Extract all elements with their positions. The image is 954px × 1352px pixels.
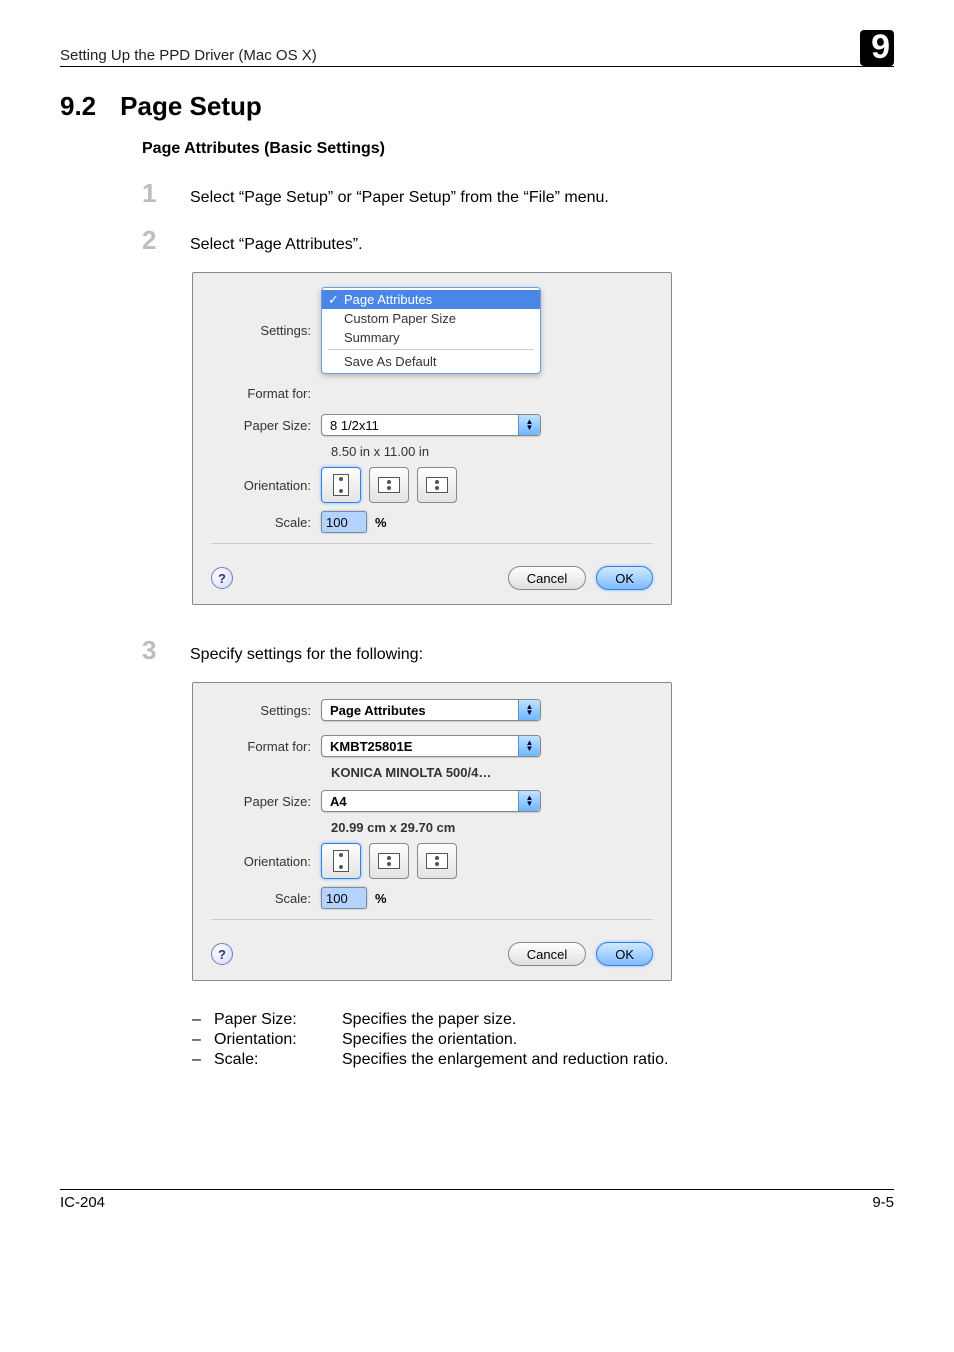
cancel-button[interactable]: Cancel (508, 566, 586, 590)
step-number: 2 (142, 225, 166, 256)
subsection-title: Page Attributes (Basic Settings) (142, 140, 894, 158)
orientation-landscape-button[interactable] (369, 843, 409, 879)
paper-size-value: A4 (330, 794, 347, 809)
chapter-badge: 9 (854, 30, 894, 70)
paper-dimensions: 20.99 cm x 29.70 cm (331, 820, 653, 835)
dash-icon: – (192, 1051, 206, 1069)
step-text: Select “Page Setup” or “Paper Setup” fro… (190, 189, 609, 207)
chevron-up-down-icon: ▲▼ (518, 700, 540, 720)
paper-dimensions: 8.50 in x 11.00 in (331, 444, 653, 459)
format-for-value: KMBT25801E (330, 739, 412, 754)
menu-item-custom-paper-size[interactable]: Custom Paper Size (322, 309, 540, 328)
dash-icon: – (192, 1031, 206, 1049)
scale-label: Scale: (211, 515, 321, 530)
step-1: 1 Select “Page Setup” or “Paper Setup” f… (142, 178, 894, 209)
chevron-up-down-icon: ▲▼ (518, 791, 540, 811)
definition-term: Paper Size: (214, 1011, 334, 1029)
menu-item-page-attributes[interactable]: Page Attributes (322, 290, 540, 309)
chevron-up-down-icon: ▲▼ (518, 736, 540, 756)
chapter-number: 9 (871, 28, 890, 67)
definition-desc: Specifies the enlargement and reduction … (342, 1051, 668, 1069)
paper-size-label: Paper Size: (211, 418, 321, 433)
page-header: Setting Up the PPD Driver (Mac OS X) 9 (60, 30, 894, 67)
menu-item-save-as-default[interactable]: Save As Default (322, 352, 540, 371)
format-for-subtext: KONICA MINOLTA 500/4… (331, 765, 653, 780)
page-footer: IC-204 9-5 (60, 1189, 894, 1211)
definitions-list: – Paper Size: Specifies the paper size. … (192, 1011, 894, 1069)
step-text: Specify settings for the following: (190, 646, 423, 664)
footer-right: 9-5 (872, 1194, 894, 1211)
definition-term: Orientation: (214, 1031, 334, 1049)
step-2: 2 Select “Page Attributes”. (142, 225, 894, 256)
menu-separator (328, 349, 534, 350)
menu-item-summary[interactable]: Summary (322, 328, 540, 347)
settings-dropdown[interactable]: Page Attributes ▲▼ (321, 699, 541, 721)
orientation-label: Orientation: (211, 478, 321, 493)
orientation-landscape-flip-button[interactable] (417, 467, 457, 503)
settings-value: Page Attributes (330, 703, 426, 718)
ok-button[interactable]: OK (596, 942, 653, 966)
help-button[interactable]: ? (211, 943, 233, 965)
scale-input[interactable]: 100 (321, 887, 367, 909)
section-number: 9.2 (60, 91, 96, 122)
dialog-separator (211, 919, 653, 920)
definition-row: – Scale: Specifies the enlargement and r… (192, 1051, 894, 1069)
dash-icon: – (192, 1011, 206, 1029)
step-number: 3 (142, 635, 166, 666)
page-header-title: Setting Up the PPD Driver (Mac OS X) (60, 47, 317, 64)
step-number: 1 (142, 178, 166, 209)
help-button[interactable]: ? (211, 567, 233, 589)
definition-row: – Orientation: Specifies the orientation… (192, 1031, 894, 1049)
orientation-landscape-button[interactable] (369, 467, 409, 503)
percent-label: % (375, 515, 387, 530)
paper-size-label: Paper Size: (211, 794, 321, 809)
section-title: Page Setup (120, 91, 262, 122)
scale-label: Scale: (211, 891, 321, 906)
definition-desc: Specifies the orientation. (342, 1031, 517, 1049)
paper-size-value: 8 1/2x11 (330, 418, 379, 433)
paper-size-dropdown[interactable]: 8 1/2x11 ▲▼ (321, 414, 541, 436)
format-for-label: Format for: (211, 739, 321, 754)
footer-left: IC-204 (60, 1194, 105, 1211)
settings-dropdown-open[interactable]: Page Attributes Custom Paper Size Summar… (321, 287, 541, 374)
orientation-landscape-flip-button[interactable] (417, 843, 457, 879)
ok-button[interactable]: OK (596, 566, 653, 590)
settings-label: Settings: (211, 323, 321, 338)
orientation-portrait-button[interactable] (321, 843, 361, 879)
settings-label: Settings: (211, 703, 321, 718)
definition-desc: Specifies the paper size. (342, 1011, 516, 1029)
dialog-separator (211, 543, 653, 544)
scale-value: 100 (326, 891, 348, 906)
definition-row: – Paper Size: Specifies the paper size. (192, 1011, 894, 1029)
format-for-dropdown[interactable]: KMBT25801E ▲▼ (321, 735, 541, 757)
chevron-up-down-icon: ▲▼ (518, 415, 540, 435)
definition-term: Scale: (214, 1051, 334, 1069)
orientation-label: Orientation: (211, 854, 321, 869)
step-3: 3 Specify settings for the following: (142, 635, 894, 666)
step-text: Select “Page Attributes”. (190, 236, 363, 254)
page-setup-dialog-open-menu: Settings: Page Attributes Custom Paper S… (192, 272, 672, 605)
scale-value: 100 (326, 515, 348, 530)
cancel-button[interactable]: Cancel (508, 942, 586, 966)
page-setup-dialog: Settings: Page Attributes ▲▼ Format for:… (192, 682, 672, 981)
orientation-portrait-button[interactable] (321, 467, 361, 503)
percent-label: % (375, 891, 387, 906)
format-for-label: Format for: (211, 386, 321, 401)
paper-size-dropdown[interactable]: A4 ▲▼ (321, 790, 541, 812)
scale-input[interactable]: 100 (321, 511, 367, 533)
section-heading: 9.2 Page Setup (60, 91, 894, 122)
